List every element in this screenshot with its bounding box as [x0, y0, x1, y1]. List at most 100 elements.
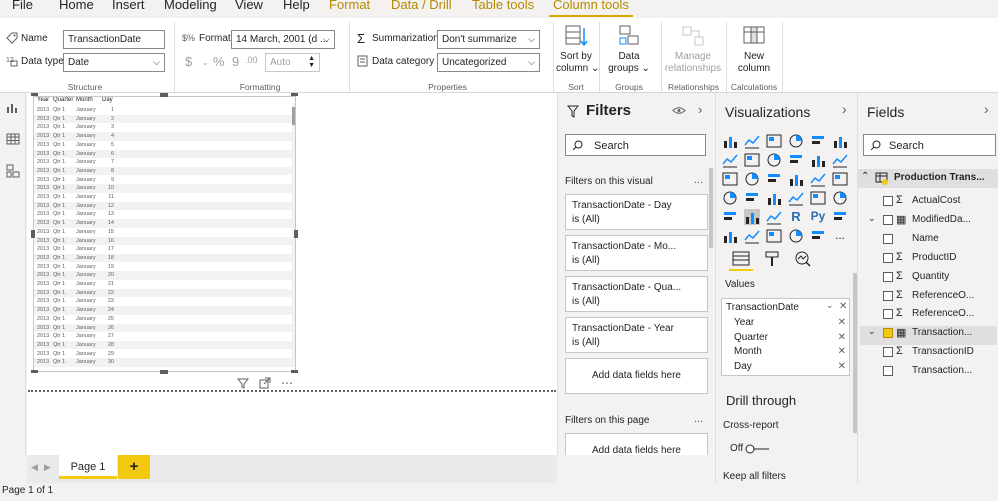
remove-icon[interactable]: ✕ [838, 332, 846, 343]
summarization-select[interactable]: Don't summarize ⌵ [437, 30, 540, 49]
filters-search-input[interactable]: Search [565, 134, 706, 156]
field-item[interactable]: Name [858, 230, 998, 249]
tab-page-1[interactable]: Page 1 [59, 455, 117, 479]
stacked-area-icon[interactable] [766, 152, 782, 168]
decimal-places-stepper[interactable]: Auto ▲ ▼ [265, 53, 320, 72]
ribbon-chart-icon[interactable] [832, 152, 848, 168]
map-icon[interactable] [722, 190, 738, 206]
table-row[interactable]: 2013 Qtr 1 January 13 [34, 210, 294, 219]
resize-handle[interactable] [294, 230, 298, 238]
table-row[interactable]: 2013 Qtr 1 January 15 [34, 228, 294, 237]
key-influencers-icon[interactable] [832, 209, 848, 225]
comma-button[interactable]: 9 [232, 54, 239, 69]
table-row[interactable]: 2013 Qtr 1 January 4 [34, 132, 294, 141]
remove-field-icon[interactable]: ✕ [839, 301, 847, 312]
name-input[interactable]: TransactionDate [63, 30, 165, 49]
decimal-button[interactable]: .00 [245, 55, 258, 65]
multi-row-card-icon[interactable] [810, 190, 826, 206]
more-visuals-icon[interactable]: ... [832, 228, 848, 244]
table-row[interactable]: 2013 Qtr 1 January 30 [34, 358, 294, 367]
chevron-down-icon[interactable]: ⌄ [868, 213, 876, 224]
table-row[interactable]: 2013 Qtr 1 January 7 [34, 158, 294, 167]
table-row[interactable]: 2013 Qtr 1 January 8 [34, 166, 294, 176]
table-row[interactable]: 2013 Qtr 1 January 29 [34, 350, 294, 359]
table-row[interactable]: 2013 Qtr 1 January 25 [34, 315, 294, 324]
smart-narrative-icon[interactable] [766, 228, 782, 244]
chevron-down-icon[interactable]: ⌄ [868, 326, 876, 337]
field-checkbox[interactable] [883, 252, 893, 263]
table-row[interactable]: 2013 Qtr 1 January 19 [34, 263, 294, 272]
fields-tab-icon[interactable] [732, 251, 750, 267]
pie-chart-icon[interactable] [788, 171, 804, 187]
field-checkbox[interactable] [883, 233, 893, 244]
table-row[interactable]: 2013 Qtr 1 January 5 [34, 141, 294, 150]
line-column-icon[interactable] [788, 152, 804, 168]
field-item[interactable]: Σ ActualCost [858, 192, 998, 211]
values-well[interactable]: TransactionDate ⌄ ✕ Year ✕ Quarter ✕ Month… [721, 298, 850, 376]
field-item[interactable]: Σ ProductID [858, 249, 998, 268]
field-item[interactable]: Σ Quantity [858, 268, 998, 287]
data-category-select[interactable]: Uncategorized ⌵ [437, 53, 540, 72]
field-item[interactable]: Σ ReferenceO... [858, 305, 998, 324]
table-row[interactable]: 2013 Qtr 1 January 2 [34, 114, 294, 124]
data-groups-button[interactable]: Data groups ⌄ [607, 24, 651, 75]
table-row[interactable]: 2013 Qtr 1 January 24 [34, 306, 294, 315]
add-data-fields-page-dropzone[interactable]: Add data fields here [565, 433, 708, 455]
table-row[interactable]: 2013 Qtr 1 January 1 [34, 106, 294, 115]
table-row[interactable]: 2013 Qtr 1 January 12 [34, 201, 294, 211]
funnel-icon[interactable] [744, 171, 760, 187]
field-checkbox[interactable] [883, 290, 893, 301]
resize-handle[interactable] [31, 370, 38, 373]
eye-icon[interactable] [672, 106, 686, 115]
collapse-visualizations-icon[interactable]: › [842, 101, 847, 117]
col-header-day[interactable]: Day [102, 97, 113, 103]
add-page-button[interactable]: + [118, 455, 150, 479]
resize-handle[interactable] [291, 370, 298, 373]
kpi-icon[interactable] [832, 190, 848, 206]
table-row[interactable]: 2013 Qtr 1 January 14 [34, 219, 294, 228]
chevron-down-icon[interactable]: ⌄ [826, 300, 834, 311]
field-item[interactable]: Σ ReferenceO... [858, 287, 998, 306]
menu-table-tools[interactable]: Table tools [472, 0, 534, 12]
collapse-filters-icon[interactable]: › [698, 102, 702, 117]
table-row[interactable]: 2013 Qtr 1 January 23 [34, 297, 294, 306]
field-checkbox[interactable] [883, 214, 893, 225]
table-row[interactable]: 2013 Qtr 1 January 6 [34, 149, 294, 159]
paginated-icon[interactable] [788, 228, 804, 244]
slicer-icon[interactable] [722, 209, 738, 225]
field-item[interactable]: Σ TransactionID [858, 343, 998, 362]
stacked-column-icon[interactable] [744, 133, 760, 149]
filter-icon[interactable] [237, 377, 249, 389]
remove-icon[interactable]: ✕ [838, 361, 846, 372]
table-row[interactable]: 2013 Qtr 1 January 21 [34, 280, 294, 289]
more-options-icon[interactable]: ... [694, 174, 703, 186]
resize-handle[interactable] [291, 93, 298, 96]
treemap-icon[interactable] [832, 171, 848, 187]
table-row[interactable]: 2013 Qtr 1 January 16 [34, 236, 294, 246]
menu-column-tools[interactable]: Column tools [549, 0, 633, 17]
scrollbar-thumb[interactable] [292, 107, 295, 125]
card-icon[interactable] [788, 190, 804, 206]
chevron-left-icon[interactable]: ◀ [31, 462, 38, 473]
python-visual-icon[interactable]: Py [810, 209, 826, 225]
scrollbar-thumb[interactable] [709, 168, 713, 248]
scatter-icon[interactable] [766, 171, 782, 187]
100-bar-icon[interactable] [810, 133, 826, 149]
table-row[interactable]: 2013 Qtr 1 January 17 [34, 245, 294, 254]
field-checkbox[interactable] [883, 196, 893, 206]
table-row[interactable]: 2013 Qtr 1 January 28 [34, 340, 294, 350]
model-view-icon[interactable] [6, 164, 20, 178]
col-header-month[interactable]: Month [76, 97, 93, 103]
table-row[interactable]: 2013 Qtr 1 January 18 [34, 253, 294, 263]
matrix-icon[interactable] [766, 209, 782, 225]
filled-map-icon[interactable] [744, 190, 760, 206]
new-column-button[interactable]: New column [733, 24, 775, 75]
field-checkbox[interactable] [883, 347, 893, 358]
currency-button[interactable]: $ [185, 54, 192, 69]
donut-chart-icon[interactable] [810, 171, 826, 187]
resize-handle[interactable] [160, 93, 168, 97]
table-row[interactable]: 2013 Qtr 1 January 22 [34, 288, 294, 298]
remove-icon[interactable]: ✕ [838, 346, 846, 357]
cross-report-toggle[interactable] [745, 443, 771, 455]
field-checkbox[interactable] [883, 328, 893, 339]
